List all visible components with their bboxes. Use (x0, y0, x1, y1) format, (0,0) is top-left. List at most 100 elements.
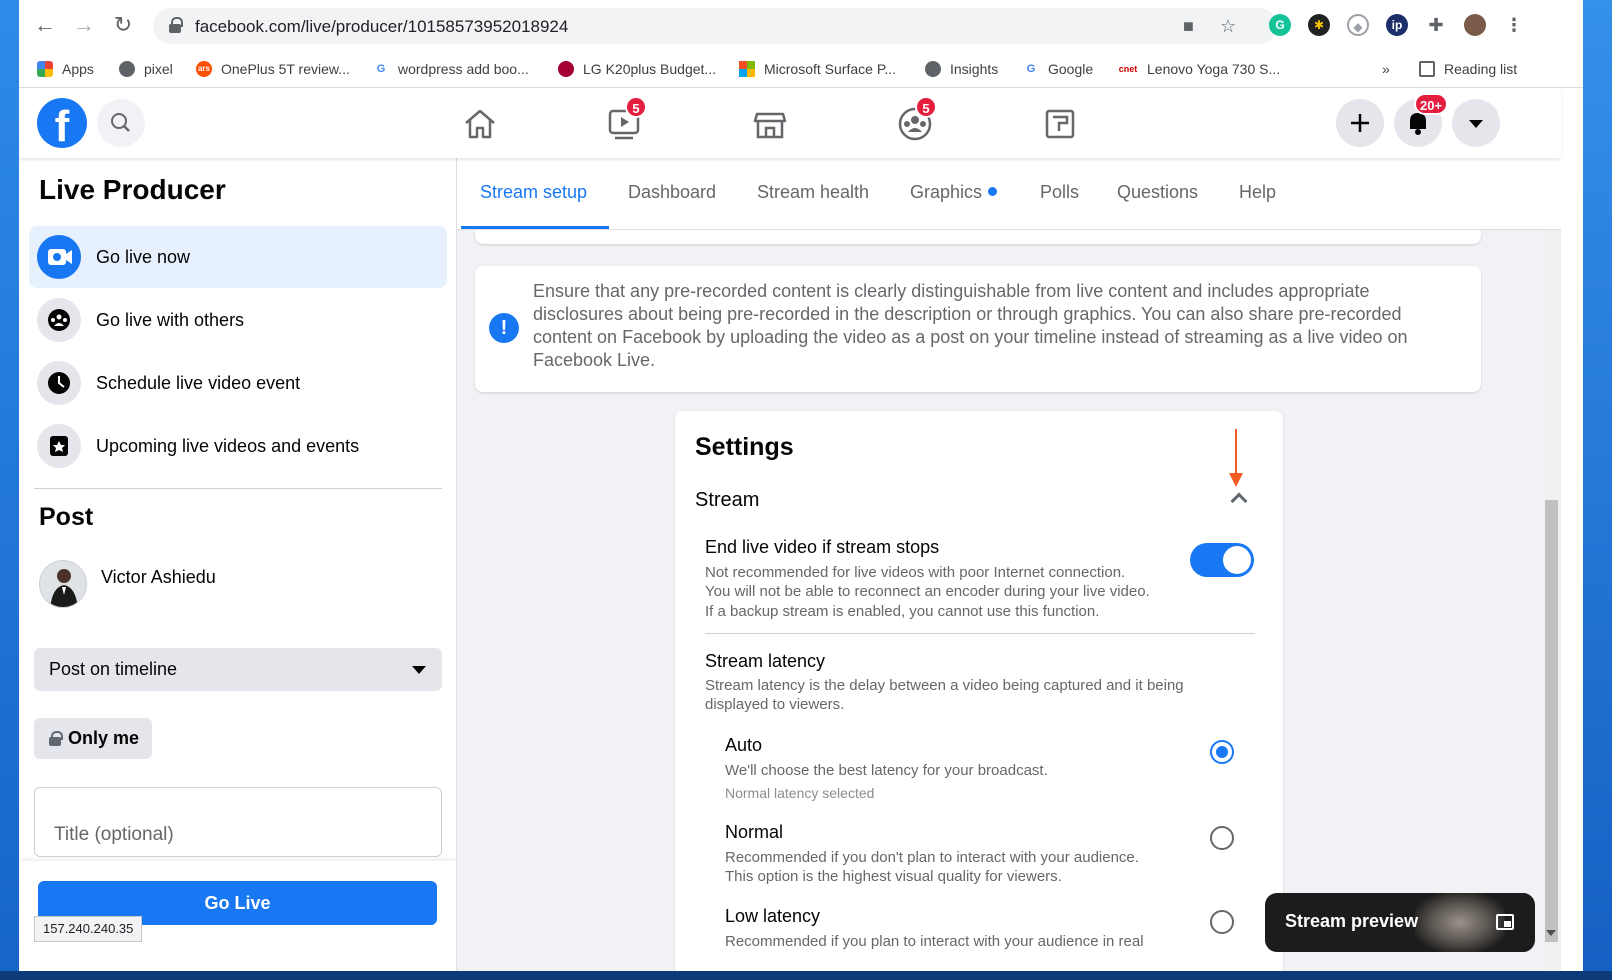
clock-icon (37, 361, 81, 405)
back-icon[interactable]: ← (31, 11, 59, 39)
star-icon[interactable]: ☆ (1220, 16, 1236, 37)
grammarly-icon[interactable]: G (1269, 14, 1291, 36)
bookmark-apps[interactable]: Apps (37, 59, 94, 79)
menu-dots-icon[interactable]: ⋮ (1503, 14, 1525, 36)
avatar (39, 560, 87, 608)
tab-questions[interactable]: Questions (1117, 182, 1198, 203)
latency-normal-radio[interactable] (1210, 826, 1234, 850)
ars-icon: ars (196, 61, 212, 77)
privacy-label: Only me (68, 728, 140, 748)
latency-normal-desc: Recommended if you don't plan to interac… (725, 849, 1139, 866)
apple-icon (119, 61, 135, 77)
tab-graphics[interactable]: Graphics (910, 182, 998, 203)
gaming-icon[interactable] (1040, 104, 1080, 144)
groups-icon[interactable]: 5 (895, 96, 937, 144)
google-icon: G (1023, 61, 1039, 77)
search-button[interactable] (97, 99, 145, 147)
watch-icon[interactable]: 5 (605, 96, 647, 144)
profile-avatar[interactable] (1464, 14, 1486, 36)
sidebar-divider (34, 488, 442, 489)
forward-icon[interactable]: → (70, 11, 98, 39)
reading-list[interactable]: Reading list (1419, 59, 1517, 79)
post-heading: Post (39, 503, 94, 531)
apps-grid-icon (37, 61, 53, 77)
scroll-down-icon[interactable] (1546, 930, 1556, 936)
home-icon[interactable] (460, 104, 500, 144)
tab-polls[interactable]: Polls (1040, 182, 1079, 203)
stream-section-header[interactable]: Stream (695, 489, 759, 512)
sidebar-item-go-live-with-others[interactable]: Go live with others (29, 289, 447, 351)
reading-list-label: Reading list (1444, 61, 1518, 77)
url-text: facebook.com/live/producer/1015857395201… (195, 17, 569, 36)
puzzle-icon[interactable]: ✚ (1425, 14, 1447, 36)
tab-help[interactable]: Help (1239, 182, 1276, 203)
post-target-label: Post on timeline (49, 659, 178, 679)
prerecorded-notice: ! Ensure that any pre-recorded content i… (475, 266, 1481, 392)
active-tab-indicator (461, 226, 609, 229)
shield-icon[interactable]: ◆ (1347, 14, 1369, 36)
notifications-badge: 20+ (1414, 93, 1449, 115)
end-live-toggle[interactable] (1190, 543, 1254, 577)
sidebar-item-go-live-now[interactable]: Go live now (29, 226, 447, 288)
title-input[interactable] (34, 787, 442, 857)
latency-auto-desc: We'll choose the best latency for your b… (725, 762, 1048, 779)
picture-in-picture-icon[interactable] (1496, 914, 1514, 930)
page-title: Live Producer (39, 174, 226, 205)
bookmark-label: Lenovo Yoga 730 S... (1147, 61, 1281, 77)
latency-auto-label: Auto (725, 735, 763, 755)
sidebar-item-label: Upcoming live videos and events (96, 435, 360, 456)
scrollbar-thumb[interactable] (1545, 500, 1558, 942)
bookmark-lenovo[interactable]: cnet Lenovo Yoga 730 S... (1118, 59, 1280, 79)
bookmark-label: Insights (950, 61, 999, 77)
account-button[interactable] (1452, 99, 1500, 147)
sidebar-item-upcoming[interactable]: Upcoming live videos and events (29, 415, 447, 477)
annotation-arrow (1235, 429, 1237, 477)
stream-preview-widget[interactable]: Stream preview (1265, 893, 1535, 952)
create-button[interactable] (1336, 99, 1384, 147)
sidebar-item-schedule[interactable]: Schedule live video event (29, 352, 447, 414)
annotation-arrow-head (1229, 473, 1243, 487)
bookmark-oneplus[interactable]: ars OnePlus 5T review... (196, 59, 350, 79)
chevron-up-icon[interactable] (1230, 492, 1248, 510)
latency-label: Stream latency (705, 651, 826, 671)
bookmark-lg[interactable]: LG K20plus Budget... (558, 59, 716, 79)
settings-divider (705, 633, 1255, 634)
stream-preview-label: Stream preview (1285, 911, 1419, 931)
bookmark-label: wordpress add boo... (398, 61, 529, 77)
end-live-label: End live video if stream stops (705, 537, 940, 557)
bookmark-pixel[interactable]: pixel (119, 59, 173, 79)
tab-graphics-label: Graphics (910, 182, 983, 202)
marketplace-icon[interactable] (750, 104, 790, 144)
bookmarks-bar: Apps pixel ars OnePlus 5T review... Gword… (19, 50, 1583, 88)
sidebar-item-label: Go live with others (96, 309, 245, 330)
latency-auto-radio[interactable] (1210, 740, 1234, 764)
tab-stream-setup[interactable]: Stream setup (480, 182, 587, 203)
globe-icon (925, 61, 941, 77)
bookmark-microsoft[interactable]: Microsoft Surface P... (739, 59, 896, 79)
bookmark-wordpress[interactable]: Gwordpress add boo... (373, 59, 529, 79)
notice-text: Ensure that any pre-recorded content is … (533, 281, 1408, 370)
status-url: 157.240.240.35 (34, 916, 143, 942)
extension-icon[interactable]: ✱ (1308, 14, 1330, 36)
bookmark-insights[interactable]: Insights (925, 59, 998, 79)
bookmark-label: Apps (62, 61, 94, 77)
post-target-select[interactable]: Post on timeline (34, 648, 442, 691)
privacy-button[interactable]: Only me (34, 718, 152, 759)
bookmark-label: LG K20plus Budget... (583, 61, 717, 77)
end-live-desc: If a backup stream is enabled, you canno… (705, 603, 1100, 620)
bookmarks-overflow-icon[interactable]: » (1382, 59, 1390, 79)
tab-dashboard[interactable]: Dashboard (628, 182, 716, 203)
bookmark-google[interactable]: G Google (1023, 59, 1093, 79)
lg-icon (558, 61, 574, 77)
main-content: Stream setup Dashboard Stream health Gra… (457, 158, 1561, 971)
tab-stream-health[interactable]: Stream health (757, 182, 869, 203)
caret-down-icon (412, 666, 426, 674)
ipvanish-icon[interactable]: ip (1386, 14, 1408, 36)
facebook-logo[interactable]: f (37, 98, 87, 148)
notifications-button[interactable]: 20+ (1394, 93, 1449, 147)
watch-badge: 5 (625, 96, 647, 118)
latency-low-radio[interactable] (1210, 910, 1234, 934)
url-bar[interactable]: facebook.com/live/producer/1015857395201… (153, 8, 1277, 44)
camera-icon[interactable]: ■ (1183, 16, 1194, 37)
reload-icon[interactable]: ↻ (109, 11, 137, 39)
